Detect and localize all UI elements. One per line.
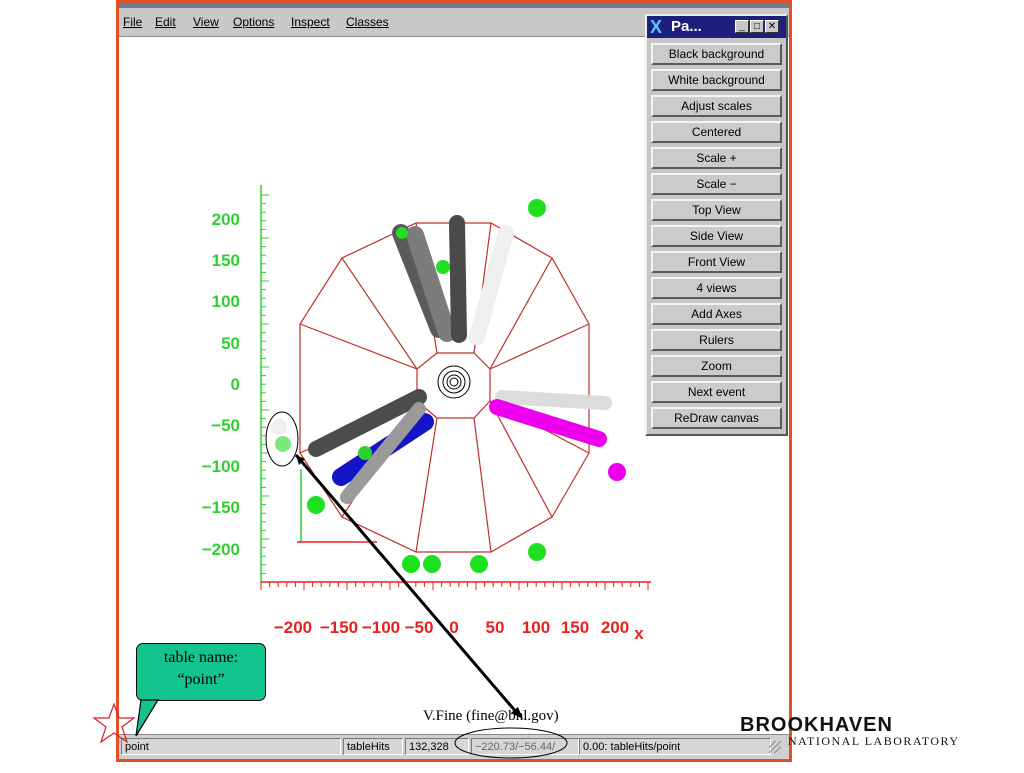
y-tick-label: 0 [231,375,240,394]
y-tick-label: −100 [202,457,240,476]
x-tick-label: −100 [362,618,400,637]
status-class: tableHits [343,738,403,755]
star-icon [92,702,136,744]
menu-file[interactable]: File [123,15,142,29]
side-view-button[interactable]: Side View [651,225,782,247]
redraw-canvas-button[interactable]: ReDraw canvas [651,407,782,429]
four-views-button[interactable]: 4 views [651,277,782,299]
control-panel-window: X Pa... _ □ ✕ Black background White bac… [645,14,788,436]
x-tick-label: −50 [405,618,434,637]
panel-title-bar[interactable]: X Pa... _ □ ✕ [647,16,786,38]
x-tick-label: −200 [274,618,312,637]
black-background-button[interactable]: Black background [651,43,782,65]
top-view-button[interactable]: Top View [651,199,782,221]
white-background-button[interactable]: White background [651,69,782,91]
close-icon[interactable]: ✕ [765,20,779,33]
x-tick-label: 50 [486,618,505,637]
x-tick-label: −150 [320,618,358,637]
callout-line-1: table name: [163,649,239,666]
x-logo-icon: X [650,17,663,37]
x-tick-label: 100 [522,618,550,637]
adjust-scales-button[interactable]: Adjust scales [651,95,782,117]
y-tick-label: 150 [212,251,240,270]
status-info: 0.00: tableHits/point [579,738,771,755]
y-tick-label: 200 [212,210,240,229]
x-tick-label: 200 [601,618,629,637]
brookhaven-logo: BROOKHAVEN NATIONAL LABORATORY [740,714,958,748]
panel-title: Pa... [671,18,702,35]
add-axes-button[interactable]: Add Axes [651,303,782,325]
menu-inspect[interactable]: Inspect [291,15,330,29]
callout-tail-and-star [92,699,160,744]
front-view-button[interactable]: Front View [651,251,782,273]
menu-options[interactable]: Options [233,15,274,29]
maximize-icon[interactable]: □ [750,20,764,33]
callout-line-2: “point” [177,671,225,688]
y-tick-label: 100 [212,292,240,311]
x-tick-label: 150 [561,618,589,637]
y-tick-label: 50 [221,334,240,353]
author-credit: V.Fine (fine@bnl.gov) [423,708,559,724]
menu-edit[interactable]: Edit [155,15,176,29]
rulers-button[interactable]: Rulers [651,329,782,351]
resize-grip-icon[interactable] [769,741,781,753]
scale-minus-button[interactable]: Scale − [651,173,782,195]
status-highlight-ellipse [454,727,568,759]
y-tick-label: −150 [202,498,240,517]
minimize-icon[interactable]: _ [735,20,749,33]
menu-classes[interactable]: Classes [346,15,389,29]
menu-view[interactable]: View [193,15,219,29]
y-tick-label: −50 [211,416,240,435]
next-event-button[interactable]: Next event [651,381,782,403]
logo-lab: NATIONAL LABORATORY [788,734,960,748]
zoom-button[interactable]: Zoom [651,355,782,377]
y-axis-ticks [261,194,269,583]
beam-pipe-rings [437,365,471,399]
centered-button[interactable]: Centered [651,121,782,143]
x-axis-label: x [634,624,644,643]
table-name-callout: table name: “point” [136,643,266,701]
x-axis-ticks [260,582,649,590]
scale-plus-button[interactable]: Scale + [651,147,782,169]
y-tick-label: −200 [202,540,240,559]
